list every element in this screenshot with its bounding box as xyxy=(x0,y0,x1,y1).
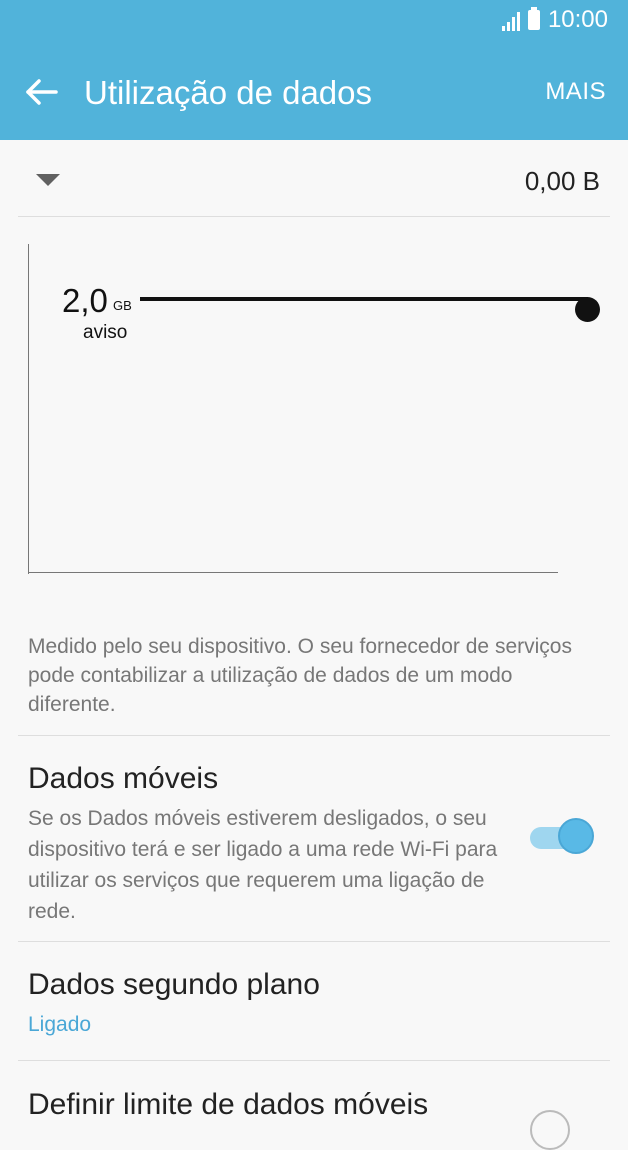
back-button[interactable] xyxy=(22,72,62,112)
warning-unit: GB xyxy=(113,298,132,313)
usage-chart: 2,0 GB aviso xyxy=(28,244,600,576)
warning-line[interactable] xyxy=(140,297,588,301)
data-limit-title: Definir limite de dados móveis xyxy=(28,1088,429,1121)
toggle-thumb xyxy=(558,818,594,854)
data-cycle-selector[interactable]: 0,00 B xyxy=(18,140,610,217)
mobile-data-toggle[interactable] xyxy=(530,818,598,858)
data-usage-value: 0,00 B xyxy=(524,166,600,196)
background-data-title: Dados segundo plano xyxy=(28,968,320,1001)
warning-value: 2,0 xyxy=(62,282,108,319)
warning-drag-handle[interactable] xyxy=(575,297,600,322)
signal-icon xyxy=(501,9,520,31)
status-time: 10:00 xyxy=(547,6,608,33)
divider xyxy=(18,735,610,736)
back-arrow-icon xyxy=(26,79,58,105)
more-button[interactable]: MAIS xyxy=(545,78,606,106)
app-bar: Utilização de dados MAIS xyxy=(0,40,628,140)
chart-x-axis xyxy=(28,572,558,573)
dropdown-arrow-icon[interactable] xyxy=(36,174,60,186)
background-data-status: Ligado xyxy=(28,1013,92,1036)
measurement-note: Medido pelo seu dispositivo. O seu forne… xyxy=(28,635,572,716)
warning-label: aviso xyxy=(83,322,128,343)
data-limit-toggle[interactable] xyxy=(530,1110,570,1150)
status-icons: 10:00 xyxy=(501,6,608,34)
divider xyxy=(18,941,610,942)
mobile-data-title: Dados móveis xyxy=(28,762,219,795)
mobile-data-description: Se os Dados móveis estiverem desligados,… xyxy=(28,807,498,923)
chart-y-axis xyxy=(28,244,29,574)
divider xyxy=(18,1060,610,1061)
status-bar: 10:00 xyxy=(0,0,628,40)
battery-icon xyxy=(527,7,540,30)
page-title: Utilização de dados xyxy=(84,74,373,111)
